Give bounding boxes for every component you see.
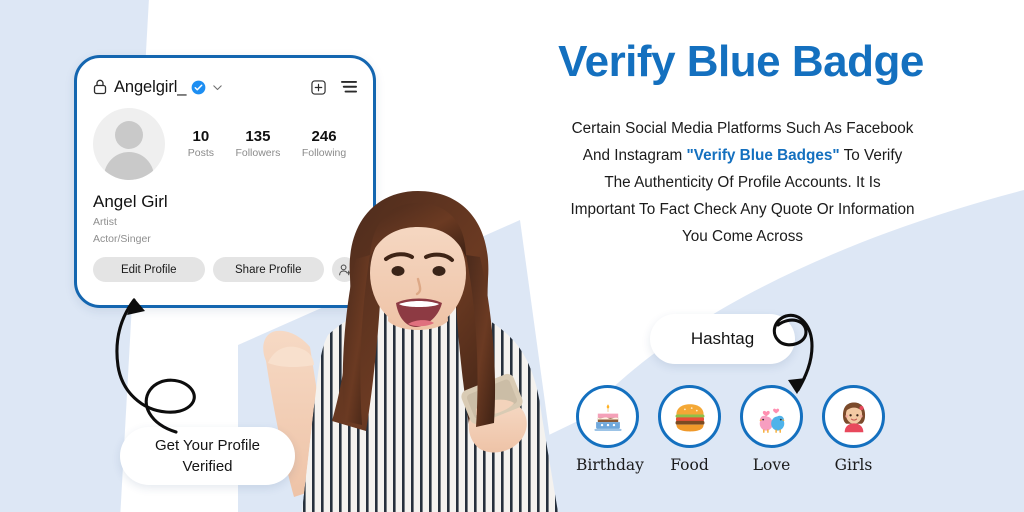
get-verified-line-2: Verified <box>182 458 233 475</box>
stat-value: 135 <box>245 128 271 145</box>
stat-value: 246 <box>311 128 337 145</box>
category-birthday[interactable]: Birthday <box>576 385 644 474</box>
birthday-cake-icon[interactable] <box>576 385 639 448</box>
page-title: Verify Blue Badge <box>558 37 924 86</box>
stat-followers[interactable]: 135 Followers <box>235 127 280 161</box>
category-food[interactable]: Food <box>658 385 721 474</box>
hamburger-glyph <box>675 403 704 431</box>
stat-following[interactable]: 246 Following <box>302 127 346 161</box>
category-label: Girls <box>834 456 873 474</box>
poster-canvas: Angelgirl_ 10 Posts 135 Followers 246 Fo… <box>0 0 1024 512</box>
card-header: Angelgirl_ <box>77 70 373 104</box>
edit-profile-button[interactable]: Edit Profile <box>93 257 205 282</box>
hashtag-callout-bubble[interactable]: Hashtag <box>650 314 795 364</box>
chevron-down-icon[interactable] <box>212 82 223 93</box>
stat-value: 10 <box>192 128 210 145</box>
love-birds-glyph <box>758 408 785 433</box>
lock-icon <box>93 79 107 95</box>
desc-line-5: Important To Fact Check Any Quote Or <box>570 201 834 218</box>
desc-line-4: Authenticity Of Profile Accounts. It Is <box>634 174 881 191</box>
stat-label: Followers <box>235 147 281 159</box>
category-label: Love <box>752 456 791 474</box>
woman-holding-phone-photo <box>263 191 558 512</box>
girl-avatar-icon[interactable] <box>822 385 885 448</box>
category-girls[interactable]: Girls <box>822 385 885 474</box>
default-avatar-icon[interactable] <box>93 108 165 180</box>
profile-summary: 10 Posts 135 Followers 246 Following <box>77 104 373 180</box>
girl-avatar-glyph <box>842 402 865 432</box>
hashtag-category-list: Birthday Food Love Girls <box>576 385 885 474</box>
desc-highlight: "Verify Blue Badges" <box>686 147 840 164</box>
avatar-body <box>104 152 154 180</box>
verified-badge-icon <box>192 80 206 94</box>
hamburger-menu-icon[interactable] <box>341 80 357 94</box>
get-verified-callout-bubble[interactable]: Get Your Profile Verified <box>120 427 295 485</box>
love-birds-icon[interactable] <box>740 385 803 448</box>
get-verified-callout-label: Get Your Profile Verified <box>155 435 260 477</box>
plus-square-icon[interactable] <box>311 79 326 95</box>
stat-label: Posts <box>187 147 214 159</box>
category-label: Birthday <box>576 456 644 474</box>
category-label: Food <box>670 456 709 474</box>
category-love[interactable]: Love <box>740 385 803 474</box>
profile-stats: 10 Posts 135 Followers 246 Following <box>165 127 357 161</box>
description-paragraph: Certain Social Media Platforms Such As F… <box>570 115 915 250</box>
avatar-head <box>115 121 143 149</box>
profile-handle: Angelgirl_ <box>114 77 187 96</box>
stat-posts[interactable]: 10 Posts <box>188 127 214 161</box>
desc-line-1: Certain Social Media Platforms Such As <box>571 120 842 137</box>
hashtag-callout-label: Hashtag <box>690 329 755 348</box>
get-verified-line-1: Get Your Profile <box>154 437 261 454</box>
hamburger-food-icon[interactable] <box>658 385 721 448</box>
birthday-cake-glyph <box>593 403 622 431</box>
stat-label: Following <box>301 147 347 159</box>
